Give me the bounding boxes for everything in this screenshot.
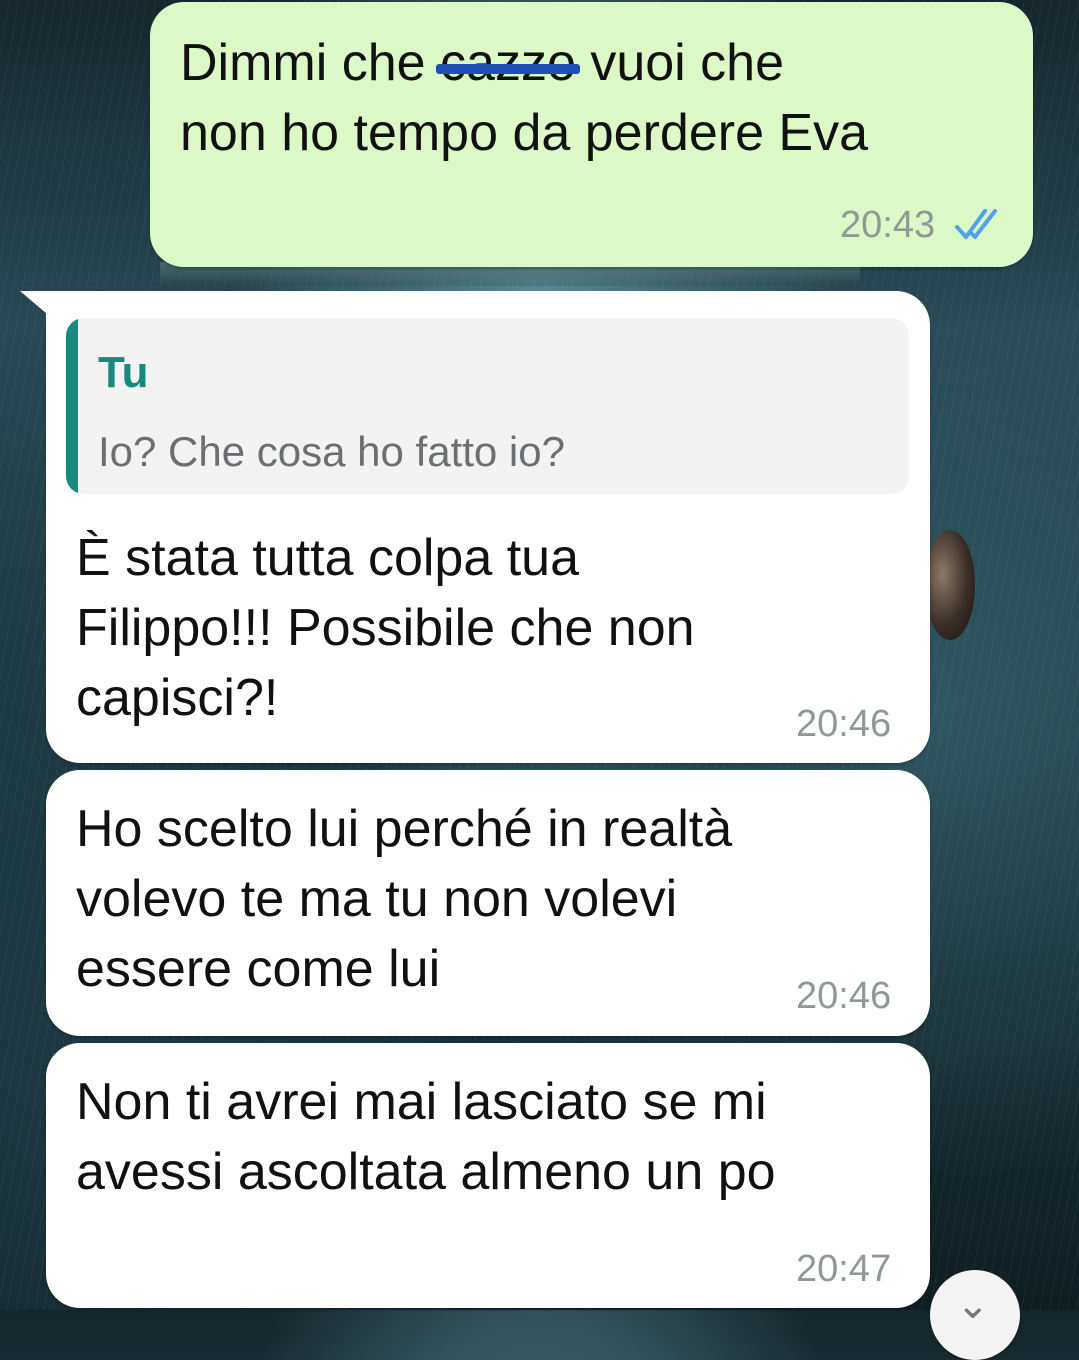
struck-out-word: cazzo (436, 28, 580, 98)
incoming-message-bubble[interactable]: Ho scelto lui perché in realtà volevo te… (46, 770, 930, 1036)
message-text: Dimmi che cazzo vuoi che non ho tempo da… (180, 28, 868, 168)
message-timestamp: 20:46 (796, 975, 892, 1017)
message-text: Non ti avrei mai lasciato se mi avessi a… (76, 1073, 776, 1201)
message-text: È stata tutta colpa tua Filippo!!! Possi… (76, 529, 695, 727)
outgoing-message-bubble[interactable]: Dimmi che cazzo vuoi che non ho tempo da… (150, 2, 1033, 267)
message-text-part: Dimmi che (180, 34, 441, 92)
chevron-down-icon: ⌄ (956, 1283, 990, 1327)
quote-text: Io? Che cosa ho fatto io? (98, 428, 565, 475)
quote-author: Tu (98, 348, 149, 397)
message-timestamp: 20:46 (796, 703, 892, 745)
message-text: Ho scelto lui perché in realtà volevo te… (76, 800, 733, 998)
quoted-reply[interactable]: Tu Io? Che cosa ho fatto io? (66, 318, 909, 494)
message-timestamp: 20:43 (840, 204, 936, 246)
wallpaper-decoration (925, 530, 975, 640)
quote-accent-bar (66, 318, 78, 494)
incoming-message-bubble[interactable]: Non ti avrei mai lasciato se mi avessi a… (46, 1043, 930, 1308)
double-check-read-icon (955, 209, 997, 239)
bubble-tail (20, 291, 60, 325)
incoming-message-bubble[interactable]: Tu Io? Che cosa ho fatto io? È stata tut… (20, 291, 930, 763)
message-timestamp: 20:47 (796, 1248, 892, 1290)
scroll-to-bottom-button[interactable]: ⌄ (930, 1270, 1020, 1360)
